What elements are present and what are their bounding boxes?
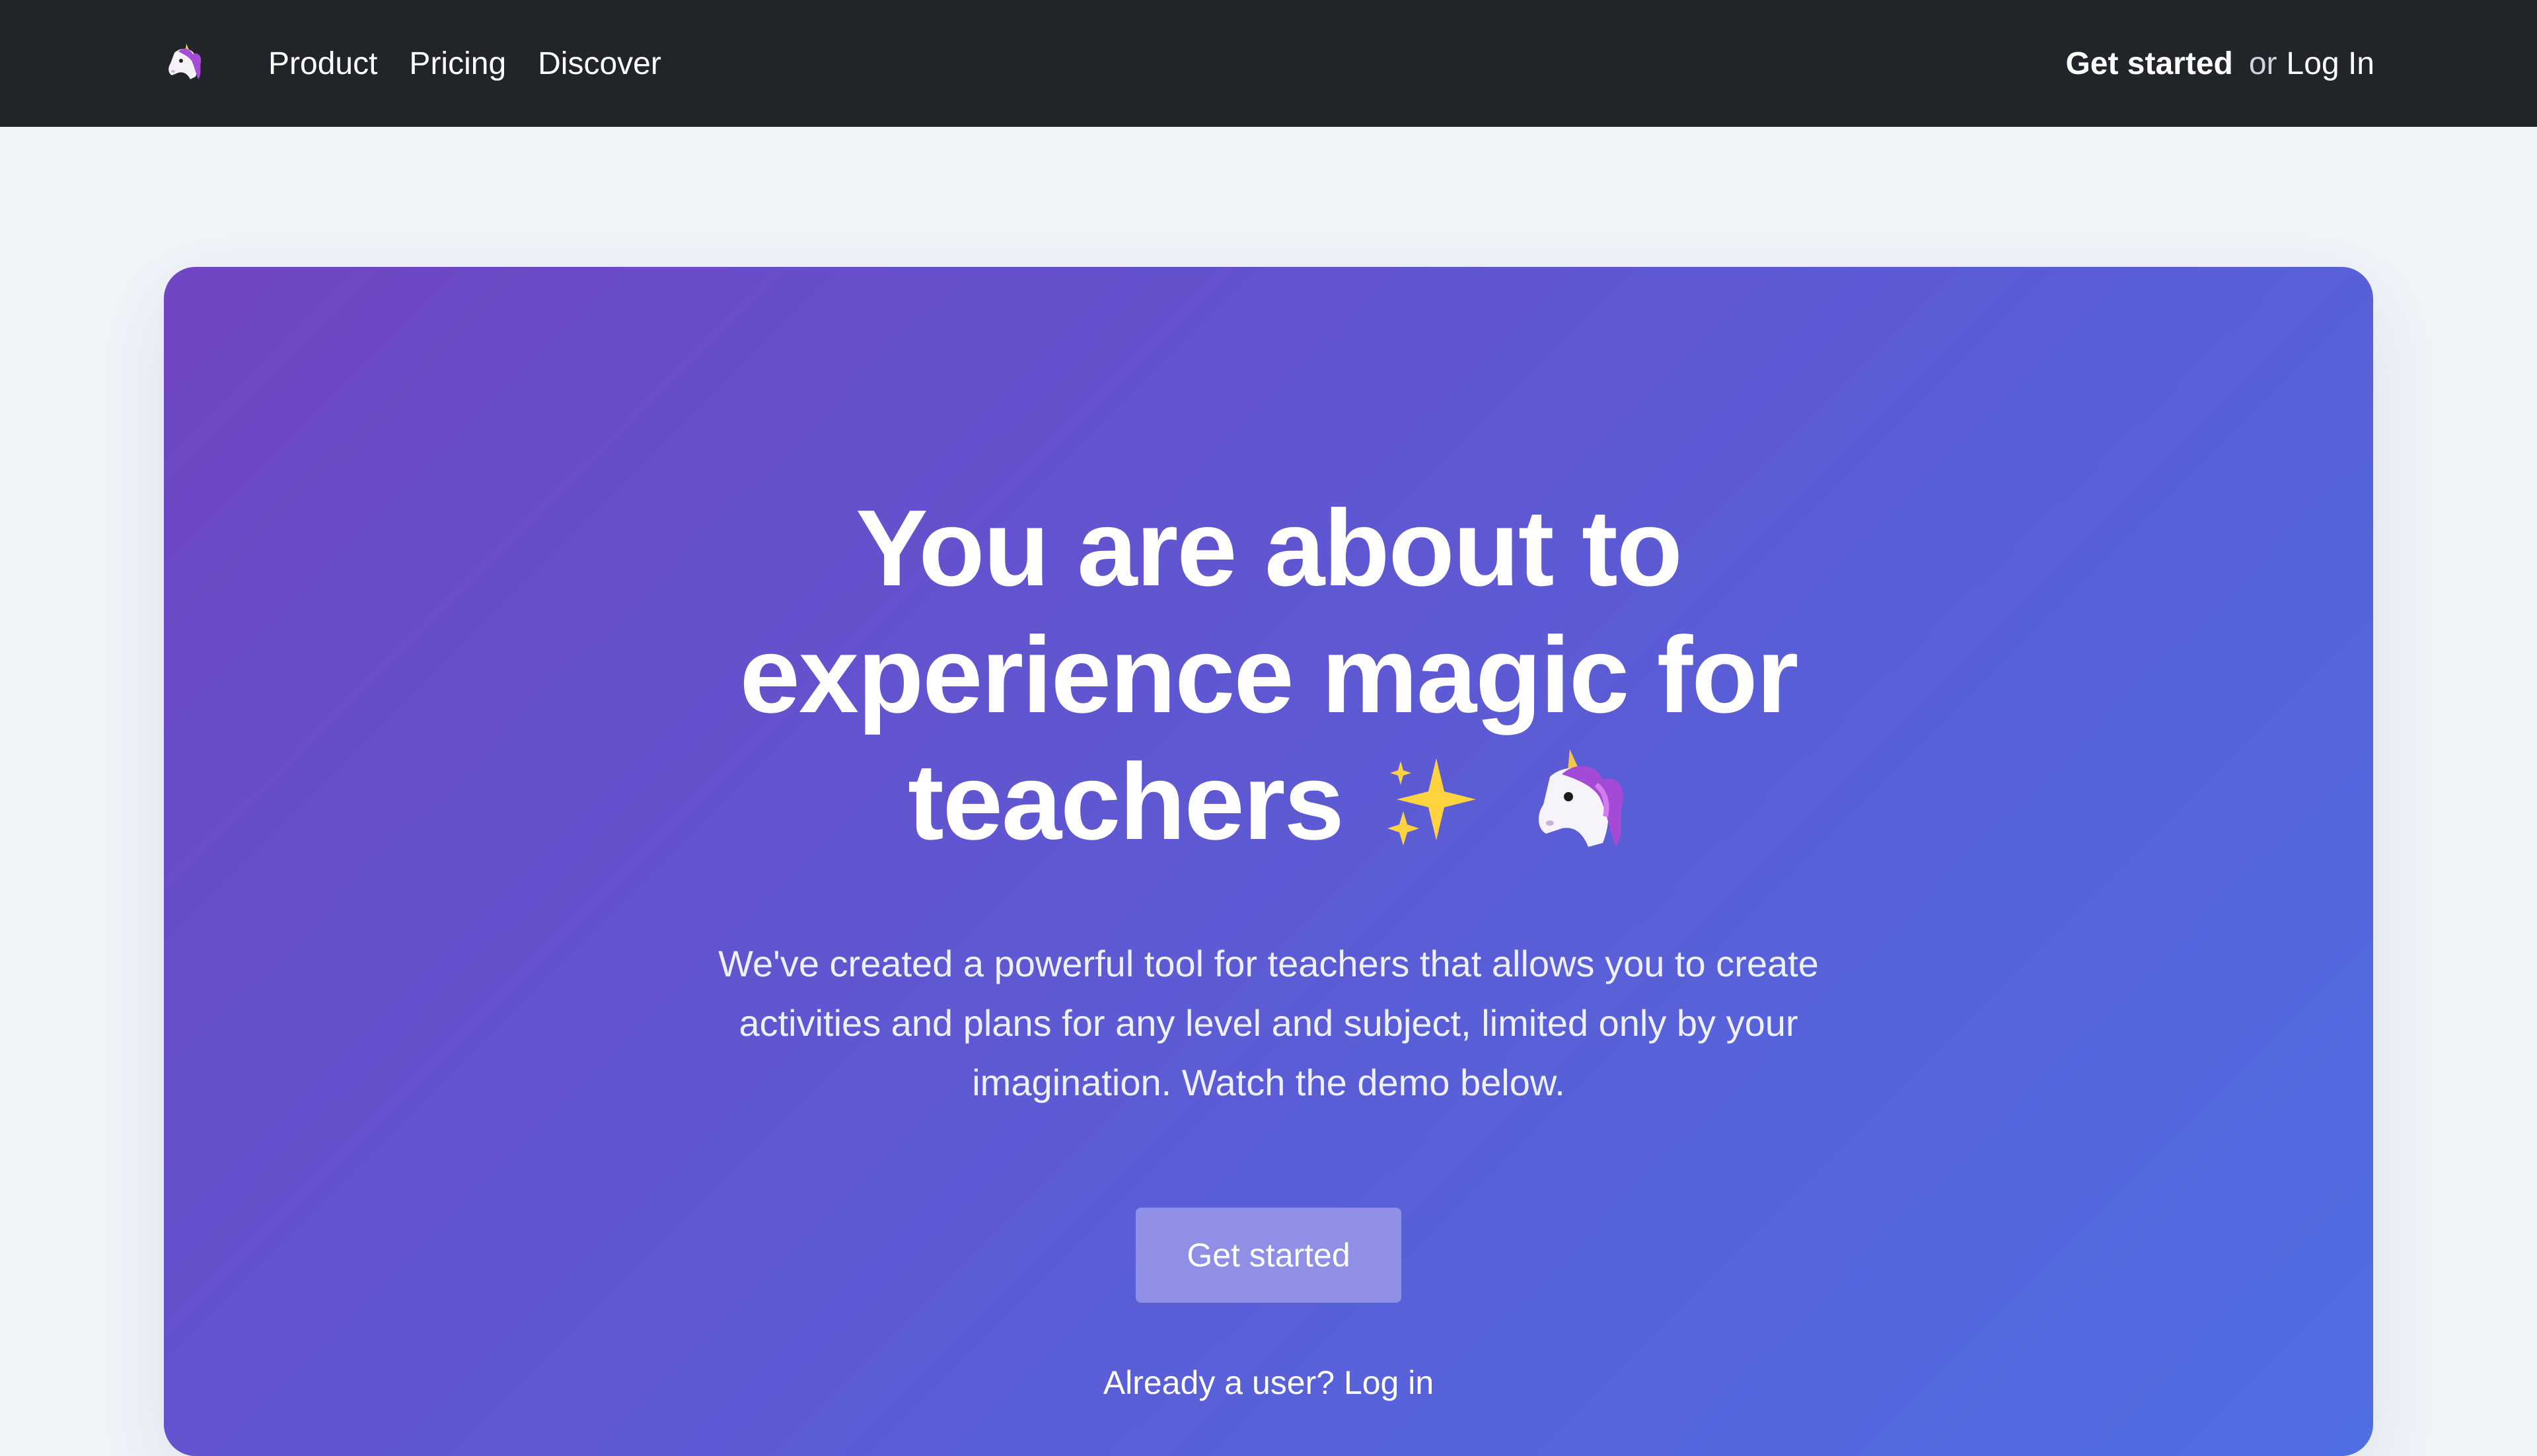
hero-log-in-link[interactable]: Log in <box>1344 1364 1434 1401</box>
already-user-text: Already a user? <box>1103 1364 1335 1401</box>
headline-line-1: You are about to <box>856 488 1683 608</box>
nav-get-started-link[interactable]: Get started <box>2065 46 2232 82</box>
headline-line-3-text: teachers <box>908 741 1344 862</box>
hero-card: You are about to experience magic for te… <box>164 267 2373 1456</box>
already-user-line: Already a user? Log in <box>164 1364 2373 1402</box>
sparkles-icon <box>1383 750 1483 877</box>
unicorn-logo-icon[interactable] <box>161 41 206 83</box>
get-started-button[interactable]: Get started <box>1136 1208 1401 1303</box>
or-separator: or <box>2248 46 2277 81</box>
nav-item-discover[interactable]: Discover <box>538 46 661 82</box>
hero-description: We've created a powerful tool for teache… <box>718 943 1819 1103</box>
auth-links: Get started or Log In <box>2065 0 2374 127</box>
unicorn-icon <box>1524 745 1629 877</box>
nav-item-pricing[interactable]: Pricing <box>409 46 506 82</box>
main-nav: Product Pricing Discover <box>268 0 661 127</box>
headline-line-3: teachers <box>164 739 2373 877</box>
nav-item-product[interactable]: Product <box>268 46 377 82</box>
top-navigation-bar: Product Pricing Discover Get started or … <box>0 0 2537 127</box>
nav-log-in-link[interactable]: Log In <box>2287 46 2374 82</box>
headline-line-2: experience magic for <box>739 614 1799 735</box>
hero-headline: You are about to experience magic for te… <box>164 485 2373 877</box>
